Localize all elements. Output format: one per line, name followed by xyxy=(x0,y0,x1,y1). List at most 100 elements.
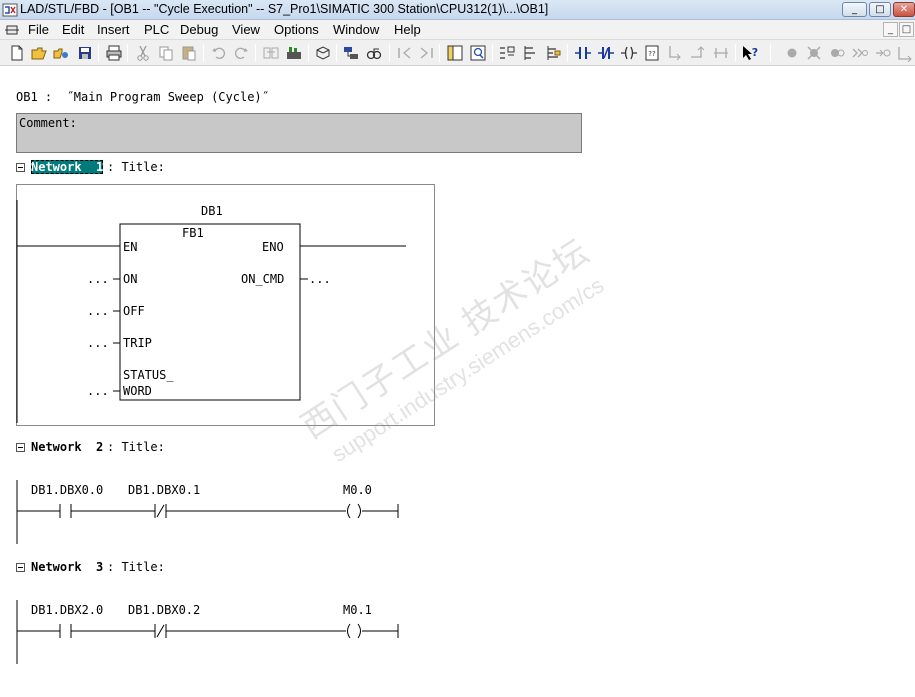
toolbar-separator xyxy=(492,44,493,62)
window-title: LAD/STL/FBD - [OB1 -- "Cycle Execution" … xyxy=(20,2,549,16)
save-icon[interactable] xyxy=(76,44,94,62)
menu-view[interactable]: View xyxy=(232,22,260,37)
network-3-contact1-address[interactable]: DB1.DBX2.0 xyxy=(31,603,103,617)
network-3-contact-nc[interactable] xyxy=(154,624,167,638)
network-2-contact2-address[interactable]: DB1.DBX0.1 xyxy=(128,483,200,497)
breakpoint-icon[interactable] xyxy=(783,44,801,62)
open-branch-icon[interactable] xyxy=(666,44,684,62)
app-icon xyxy=(2,3,18,17)
coil-icon[interactable] xyxy=(620,44,638,62)
menu-bar: File Edit Insert PLC Debug View Options … xyxy=(0,20,915,40)
new-network-icon[interactable] xyxy=(544,44,562,62)
first-network-icon[interactable] xyxy=(396,44,414,62)
network-3-contact2-address[interactable]: DB1.DBX0.2 xyxy=(128,603,200,617)
network-2-rung-wire xyxy=(17,504,399,518)
output-on-cmd-label: ON_CMD xyxy=(241,272,285,286)
maximize-button[interactable]: □ xyxy=(869,2,891,17)
menu-plc[interactable]: PLC xyxy=(144,22,169,37)
menu-window[interactable]: Window xyxy=(333,22,379,37)
input-status-label: STATUS_ xyxy=(123,368,174,382)
online-icon[interactable] xyxy=(52,44,70,62)
continue-icon[interactable] xyxy=(896,44,914,62)
network-2-contact-nc[interactable] xyxy=(154,504,167,518)
step-icon[interactable] xyxy=(874,44,892,62)
network-3-rung-wire xyxy=(17,624,399,638)
toolbar-separator xyxy=(203,44,204,62)
menu-insert[interactable]: Insert xyxy=(97,22,130,37)
open-icon[interactable] xyxy=(30,44,48,62)
next-statement-icon[interactable] xyxy=(851,44,869,62)
copy-icon[interactable] xyxy=(157,44,175,62)
editor-area[interactable]: OB1 : ˝Main Program Sweep (Cycle)˝ Comme… xyxy=(0,67,915,697)
fb-block-name[interactable]: FB1 xyxy=(182,226,204,240)
toolbar-separator xyxy=(389,44,390,62)
download-icon[interactable] xyxy=(285,44,303,62)
branch-open-icon[interactable] xyxy=(498,44,516,62)
connection-icon[interactable] xyxy=(712,44,730,62)
toolbar-separator xyxy=(127,44,128,62)
toolbar-separator xyxy=(336,44,337,62)
network-3-label[interactable]: Network 3 xyxy=(31,560,103,574)
network-3-title[interactable]: : Title: xyxy=(107,560,165,574)
document-icon[interactable] xyxy=(5,24,19,36)
toolbar-separator xyxy=(567,44,568,62)
network-3-coil[interactable] xyxy=(347,623,361,639)
input-on-label: ON xyxy=(123,272,138,286)
network-2-contact1-address[interactable]: DB1.DBX0.0 xyxy=(31,483,103,497)
output-eno-label: ENO xyxy=(262,240,284,254)
input-en-label: EN xyxy=(123,240,138,254)
print-icon[interactable] xyxy=(105,44,123,62)
mdi-restore-button[interactable]: □ xyxy=(899,22,914,37)
monitor-icon[interactable] xyxy=(365,44,383,62)
network-3-coil-address[interactable]: M0.1 xyxy=(343,603,372,617)
menu-options[interactable]: Options xyxy=(274,22,319,37)
network-2-contact-no[interactable] xyxy=(59,504,72,518)
menu-debug[interactable]: Debug xyxy=(180,22,218,37)
input-trip-label: TRIP xyxy=(123,336,152,350)
network-3-collapse-toggle[interactable] xyxy=(16,563,25,572)
branch-close-icon[interactable] xyxy=(521,44,539,62)
menu-edit[interactable]: Edit xyxy=(62,22,84,37)
status-word-param-placeholder[interactable]: ... xyxy=(87,384,109,398)
breakpoints-active-icon[interactable] xyxy=(828,44,846,62)
minimize-button[interactable]: _ xyxy=(842,2,867,17)
menu-help[interactable]: Help xyxy=(394,22,421,37)
accessible-nodes-icon[interactable] xyxy=(342,44,360,62)
menu-file[interactable]: File xyxy=(28,22,49,37)
toolbar-separator xyxy=(98,44,99,62)
on-param-placeholder[interactable]: ... xyxy=(87,272,109,286)
network-2-coil-address[interactable]: M0.0 xyxy=(343,483,372,497)
last-network-icon[interactable] xyxy=(417,44,435,62)
help-icon[interactable]: ? xyxy=(741,44,759,62)
off-param-placeholder[interactable]: ... xyxy=(87,304,109,318)
load-icon[interactable] xyxy=(262,44,280,62)
window-icon[interactable] xyxy=(314,44,332,62)
delete-breakpoints-icon[interactable] xyxy=(805,44,823,62)
detail-icon[interactable] xyxy=(469,44,487,62)
toolbar: ?? ? xyxy=(0,40,915,66)
paste-icon[interactable] xyxy=(180,44,198,62)
network-2-title[interactable]: : Title: xyxy=(107,440,165,454)
trip-param-placeholder[interactable]: ... xyxy=(87,336,109,350)
mdi-minimize-button[interactable]: _ xyxy=(883,22,898,37)
redo-icon[interactable] xyxy=(232,44,250,62)
no-contact-icon[interactable] xyxy=(574,44,592,62)
network-2-label[interactable]: Network 2 xyxy=(31,440,103,454)
new-icon[interactable] xyxy=(8,44,26,62)
network-3-contact-no[interactable] xyxy=(59,624,72,638)
network-2-coil[interactable] xyxy=(347,503,361,519)
title-bar: LAD/STL/FBD - [OB1 -- "Cycle Execution" … xyxy=(0,0,915,20)
svg-text:?: ? xyxy=(752,46,758,59)
on-cmd-param-placeholder[interactable]: ... xyxy=(309,272,331,286)
overview-icon[interactable] xyxy=(446,44,464,62)
cut-icon[interactable] xyxy=(134,44,152,62)
close-button[interactable]: ✕ xyxy=(893,2,915,17)
empty-box-icon[interactable]: ?? xyxy=(643,44,661,62)
undo-icon[interactable] xyxy=(210,44,228,62)
network-2-collapse-toggle[interactable] xyxy=(16,443,25,452)
toolbar-separator xyxy=(308,44,309,62)
nc-contact-icon[interactable] xyxy=(597,44,615,62)
instance-db-label[interactable]: DB1 xyxy=(201,204,223,218)
close-branch-icon[interactable] xyxy=(689,44,707,62)
mdi-restore-icon: □ xyxy=(901,24,912,35)
